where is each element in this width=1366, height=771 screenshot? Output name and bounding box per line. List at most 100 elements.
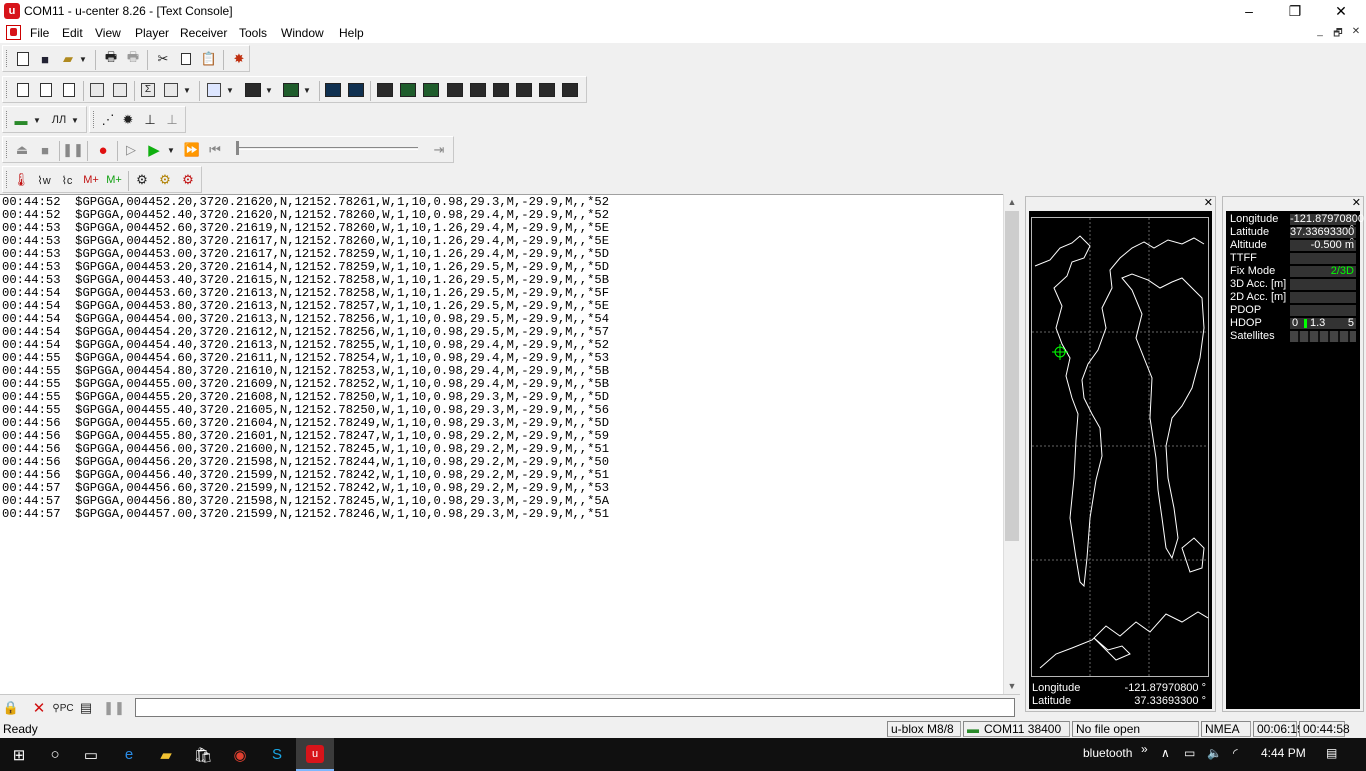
menu-view[interactable]: View [95, 26, 121, 40]
statistic-view-icon[interactable]: Σ [138, 80, 158, 100]
binary-console-icon[interactable] [36, 80, 56, 100]
console-pause-icon[interactable]: ❚❚ [103, 698, 125, 718]
device-database-icon[interactable]: ⊥ [140, 110, 160, 130]
action-center-icon[interactable]: ▤ [1326, 746, 1337, 760]
print-preview-icon[interactable]: 🖶 [123, 49, 143, 69]
configuration-view-icon[interactable] [161, 80, 181, 100]
mdi-close-button[interactable]: ✕ [1348, 26, 1364, 40]
map-view-icon[interactable] [323, 80, 343, 100]
u-center-app-icon[interactable]: u [4, 3, 20, 19]
gear-yellow-icon[interactable]: ⚙ [155, 170, 175, 190]
stop-scroll-icon[interactable]: ▤ [76, 698, 96, 718]
deviation-map-icon[interactable] [346, 80, 366, 100]
wifi-icon[interactable]: ◜ [1233, 746, 1238, 760]
debug-icon[interactable]: ✹ [118, 110, 138, 130]
close-button[interactable]: ✕ [1318, 0, 1364, 23]
configuration-dropdown-icon[interactable]: ▼ [181, 80, 193, 100]
text-view-icon[interactable] [110, 80, 130, 100]
mdi-minimize-button[interactable]: _ [1312, 26, 1328, 40]
lock-icon[interactable]: 🔒 [1, 698, 21, 718]
eject-icon[interactable]: ⏏ [12, 140, 32, 160]
histogram-view-icon[interactable] [243, 80, 263, 100]
pc-icon[interactable]: ⚲PC [52, 698, 73, 718]
pause-icon[interactable]: ❚❚ [62, 140, 84, 160]
autobauding-icon[interactable]: ⋰ [98, 110, 118, 130]
clear-icon[interactable]: ✕ [29, 698, 49, 718]
gear-icon[interactable]: ⚙ [132, 170, 152, 190]
print-icon[interactable]: 🖶 [101, 49, 121, 69]
chart-view-icon[interactable] [204, 80, 224, 100]
menu-tools[interactable]: Tools [239, 26, 267, 40]
open-dropdown-icon[interactable]: ▼ [77, 49, 89, 69]
menu-receiver[interactable]: Receiver [180, 26, 227, 40]
messages-view-icon[interactable] [13, 80, 33, 100]
copy-icon[interactable] [176, 49, 196, 69]
edge-icon[interactable]: e [110, 738, 148, 771]
sky-view-icon[interactable] [375, 80, 395, 100]
chart-dropdown-icon[interactable]: ▼ [224, 80, 236, 100]
c-icon[interactable]: ⌇c [57, 170, 77, 190]
camera-view-icon[interactable] [281, 80, 301, 100]
m-plus-icon[interactable]: M+ [81, 170, 101, 190]
new-icon[interactable] [13, 49, 33, 69]
status-port[interactable]: ▬ COM11 38400 [963, 721, 1070, 737]
taskbar-clock[interactable]: 4:44 PM [1261, 746, 1306, 760]
navigation-icon[interactable] [491, 80, 511, 100]
windows-start-icon[interactable]: ⊞ [0, 738, 38, 771]
menu-edit[interactable]: Edit [62, 26, 83, 40]
step-icon[interactable]: ▷ [121, 140, 141, 160]
playback-slider[interactable] [236, 147, 418, 150]
antenna-icon[interactable]: ⊥ [162, 110, 182, 130]
satellite-level-icon[interactable] [421, 80, 441, 100]
w-icon[interactable]: ⌇w [34, 170, 54, 190]
menu-file[interactable]: File [30, 26, 49, 40]
data-view-icon[interactable] [398, 80, 418, 100]
connection-icon[interactable]: ▬ [11, 110, 31, 130]
command-input[interactable] [135, 698, 1015, 717]
file-explorer-icon[interactable]: ▰ [147, 738, 185, 771]
paste-icon[interactable]: 📋 [199, 49, 219, 69]
compass-icon[interactable] [445, 80, 465, 100]
open-icon[interactable]: ▰ [58, 49, 78, 69]
text-console[interactable]: 00:44:52 $GPGGA,004452.20,3720.21620,N,1… [0, 194, 1003, 694]
map-panel-close-icon[interactable]: ✕ [1204, 196, 1213, 209]
cross-view-icon[interactable] [560, 80, 580, 100]
u-center-taskbar-icon[interactable]: u [296, 738, 334, 771]
baudrate-icon[interactable]: ЛЛ [49, 110, 69, 130]
histogram-dropdown-icon[interactable]: ▼ [263, 80, 275, 100]
document-icon[interactable] [6, 25, 21, 40]
m-plus-green-icon[interactable]: M+ [104, 170, 124, 190]
connection-dropdown-icon[interactable]: ▼ [31, 110, 43, 130]
rewind-to-start-icon[interactable]: ⏮ [205, 140, 225, 160]
clock-icon[interactable] [468, 80, 488, 100]
camera-dropdown-icon[interactable]: ▼ [301, 80, 313, 100]
gear-red-icon[interactable]: ⚙ [178, 170, 198, 190]
play-icon[interactable]: ▶ [144, 140, 164, 160]
expand-icon[interactable]: » [1141, 742, 1148, 756]
minimize-button[interactable]: – [1226, 0, 1272, 23]
mdi-restore-button[interactable]: 🗗 [1330, 26, 1346, 40]
playback-slider-thumb[interactable] [236, 141, 239, 155]
cut-icon[interactable]: ✂ [153, 49, 173, 69]
save-icon[interactable]: ■ [35, 49, 55, 69]
data-panel-close-icon[interactable]: ✕ [1352, 196, 1361, 209]
bluetooth-label[interactable]: bluetooth [1083, 746, 1132, 760]
chrome-icon[interactable]: ◉ [221, 738, 259, 771]
volume-icon[interactable]: 🔈 [1207, 746, 1222, 760]
search-icon[interactable]: ○ [36, 738, 74, 771]
thermometer-icon[interactable]: 🌡 [11, 170, 31, 190]
world-map[interactable] [1031, 217, 1209, 677]
restore-button[interactable]: ❐ [1272, 0, 1318, 23]
record-icon[interactable]: ● [93, 140, 113, 160]
play-dropdown-icon[interactable]: ▼ [165, 140, 177, 160]
end-icon[interactable]: ⇥ [429, 140, 449, 160]
wireless-icon[interactable] [537, 80, 557, 100]
stop-icon[interactable]: ■ [35, 140, 55, 160]
skype-icon[interactable]: S [258, 738, 296, 771]
battery-icon[interactable]: ▭ [1184, 746, 1195, 760]
satellite-icon[interactable] [514, 80, 534, 100]
baudrate-dropdown-icon[interactable]: ▼ [69, 110, 81, 130]
packet-console-icon[interactable] [59, 80, 79, 100]
menu-window[interactable]: Window [281, 26, 324, 40]
table-view-icon[interactable] [87, 80, 107, 100]
